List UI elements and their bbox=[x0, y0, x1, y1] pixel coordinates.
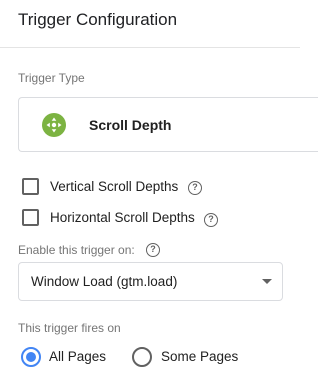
enable-on-select[interactable]: Window Load (gtm.load) bbox=[18, 262, 283, 301]
vertical-help-icon[interactable]: ? bbox=[188, 181, 202, 195]
vertical-scroll-checkbox[interactable] bbox=[22, 178, 39, 195]
some-pages-radio[interactable] bbox=[132, 347, 152, 367]
horizontal-scroll-checkbox[interactable] bbox=[22, 209, 39, 226]
trigger-type-card[interactable]: Scroll Depth bbox=[18, 97, 318, 152]
enable-help-icon[interactable]: ? bbox=[146, 243, 160, 257]
dropdown-arrow-icon bbox=[262, 279, 272, 284]
page-title: Trigger Configuration bbox=[18, 10, 178, 29]
fires-on-label: This trigger fires on bbox=[18, 321, 121, 335]
enable-on-value: Window Load (gtm.load) bbox=[31, 274, 178, 289]
trigger-type-name: Scroll Depth bbox=[89, 117, 172, 133]
all-pages-radio[interactable] bbox=[21, 347, 41, 367]
some-pages-label[interactable]: Some Pages bbox=[161, 349, 238, 364]
vertical-scroll-label: Vertical Scroll Depths bbox=[50, 179, 179, 194]
enable-trigger-label: Enable this trigger on: bbox=[18, 243, 135, 257]
horizontal-help-icon[interactable]: ? bbox=[204, 213, 218, 227]
header: Trigger Configuration bbox=[0, 0, 300, 48]
all-pages-label[interactable]: All Pages bbox=[49, 349, 106, 364]
radio-selected-dot bbox=[26, 352, 36, 362]
scroll-depth-icon bbox=[42, 113, 66, 137]
trigger-type-label: Trigger Type bbox=[18, 71, 85, 85]
horizontal-scroll-label: Horizontal Scroll Depths bbox=[50, 210, 195, 225]
